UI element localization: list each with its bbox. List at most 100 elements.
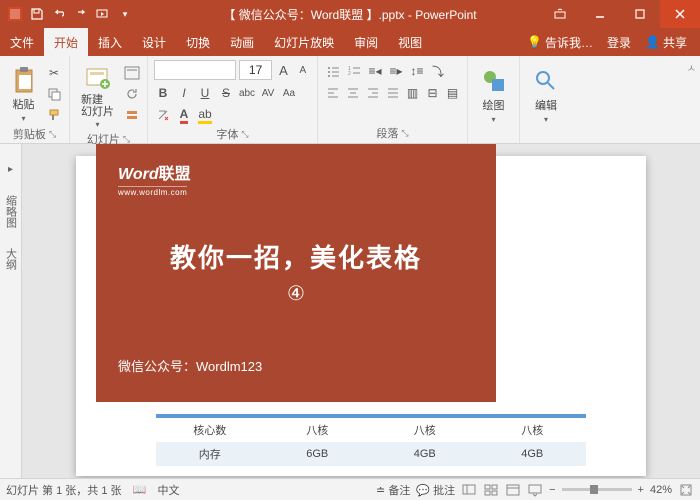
tab-review[interactable]: 审阅 xyxy=(344,28,388,56)
signin-link[interactable]: 登录 xyxy=(602,34,636,51)
overlay-number: ④ xyxy=(118,281,474,306)
strike-button[interactable]: S xyxy=(217,84,235,102)
app-icon xyxy=(8,7,22,21)
comments-button[interactable]: 💬 批注 xyxy=(416,482,455,498)
start-from-beginning-icon[interactable] xyxy=(96,7,110,21)
smartart-icon[interactable]: ▤ xyxy=(444,84,461,102)
cut-icon[interactable]: ✂ xyxy=(45,64,63,82)
save-icon[interactable] xyxy=(30,7,44,21)
undo-icon[interactable] xyxy=(52,7,66,21)
group-clipboard-label: 剪贴板 xyxy=(13,126,46,142)
font-color-button[interactable]: A xyxy=(175,106,193,124)
svg-text:2: 2 xyxy=(348,71,351,77)
format-painter-icon[interactable] xyxy=(45,106,63,124)
close-button[interactable] xyxy=(660,0,700,28)
group-paragraph-label: 段落 xyxy=(376,125,398,141)
sorter-view-icon[interactable] xyxy=(483,482,499,498)
tab-view[interactable]: 视图 xyxy=(388,28,432,56)
new-slide-icon xyxy=(84,64,112,92)
slideshow-view-icon[interactable] xyxy=(527,482,543,498)
zoom-level[interactable]: 42% xyxy=(650,484,672,496)
align-left-icon[interactable] xyxy=(324,84,341,102)
overlay-logo: Word联盟 www.wordlm.com xyxy=(118,160,474,198)
share-icon: 👤 xyxy=(645,35,660,49)
bold-button[interactable]: B xyxy=(154,84,172,102)
share-button[interactable]: 👤共享 xyxy=(640,34,692,51)
collapse-ribbon-icon[interactable]: ㅅ xyxy=(687,60,696,75)
reset-icon[interactable] xyxy=(123,85,141,103)
normal-view-icon[interactable] xyxy=(461,482,477,498)
outline-tab[interactable]: 大纲 xyxy=(3,248,19,270)
numbering-icon[interactable]: 12 xyxy=(345,62,363,80)
shadow-button[interactable]: abc xyxy=(238,84,256,102)
copy-icon[interactable] xyxy=(45,85,63,103)
paste-button[interactable]: 粘贴▾ xyxy=(6,60,41,124)
grow-font-icon[interactable]: A xyxy=(275,61,291,79)
tab-transitions[interactable]: 切换 xyxy=(176,28,220,56)
spellcheck-icon[interactable]: 📖 xyxy=(132,482,148,498)
shrink-font-icon[interactable]: A xyxy=(295,61,311,79)
drawing-button[interactable]: 绘图▾ xyxy=(474,60,513,127)
text-direction-icon[interactable]: ⤵ xyxy=(429,62,447,80)
new-slide-button[interactable]: 新建 幻灯片▾ xyxy=(76,60,119,129)
tab-insert[interactable]: 插入 xyxy=(88,28,132,56)
language-status[interactable]: 中文 xyxy=(158,482,180,498)
group-font-label: 字体 xyxy=(216,126,238,142)
align-center-icon[interactable] xyxy=(344,84,361,102)
indent-right-icon[interactable]: ≡▸ xyxy=(387,62,405,80)
fit-window-icon[interactable] xyxy=(678,482,694,498)
line-spacing-icon[interactable]: ↕≡ xyxy=(408,62,426,80)
italic-button[interactable]: I xyxy=(175,84,193,102)
align-right-icon[interactable] xyxy=(364,84,381,102)
layout-icon[interactable] xyxy=(123,64,141,82)
font-size-select[interactable]: 17 xyxy=(239,60,272,80)
slide-counter: 幻灯片 第 1 张，共 1 张 xyxy=(6,482,122,498)
tab-file[interactable]: 文件 xyxy=(0,28,44,56)
slide-canvas[interactable]: 核心数八核八核八核 内存6GB4GB4GB Word联盟 www.wordlm.… xyxy=(76,156,646,476)
clipboard-icon xyxy=(10,66,38,94)
bullets-icon[interactable] xyxy=(324,62,342,80)
find-icon xyxy=(532,67,560,95)
align-text-icon[interactable]: ⊟ xyxy=(424,84,441,102)
table-row: 内存6GB4GB4GB xyxy=(156,442,586,466)
title-overlay: Word联盟 www.wordlm.com 教你一招，美化表格 ④ 微信公众号：… xyxy=(96,144,496,402)
zoom-in-button[interactable]: + xyxy=(638,484,644,496)
justify-icon[interactable] xyxy=(384,84,401,102)
tab-animations[interactable]: 动画 xyxy=(220,28,264,56)
overlay-title: 教你一招，美化表格 xyxy=(118,238,474,275)
section-icon[interactable] xyxy=(123,106,141,124)
shapes-icon xyxy=(480,67,508,95)
editing-button[interactable]: 编辑▾ xyxy=(526,60,566,127)
table-row: 核心数八核八核八核 xyxy=(156,418,586,442)
highlight-button[interactable]: ab xyxy=(196,106,214,124)
outline-collapse-icon[interactable]: ▸ xyxy=(8,164,13,175)
overlay-footer: 微信公众号：Wordlm123 xyxy=(118,356,474,375)
font-name-select[interactable] xyxy=(154,60,236,80)
expand-icon[interactable]: ⤡ xyxy=(49,129,56,140)
expand-icon[interactable]: ⤡ xyxy=(401,128,408,139)
reading-view-icon[interactable] xyxy=(505,482,521,498)
window-title: 【 微信公众号：Word联盟 】.pptx - PowerPoint xyxy=(223,6,476,23)
slide-table: 核心数八核八核八核 内存6GB4GB4GB xyxy=(156,414,586,466)
expand-icon[interactable]: ⤡ xyxy=(241,129,248,140)
redo-icon[interactable] xyxy=(74,7,88,21)
maximize-button[interactable] xyxy=(620,0,660,28)
thumbnails-tab[interactable]: 缩略图 xyxy=(3,195,19,228)
change-case-button[interactable]: Aa xyxy=(280,84,298,102)
lightbulb-icon: 💡 xyxy=(527,35,542,49)
zoom-out-button[interactable]: − xyxy=(549,484,555,496)
minimize-button[interactable] xyxy=(580,0,620,28)
zoom-slider[interactable] xyxy=(562,488,632,491)
tab-slideshow[interactable]: 幻灯片放映 xyxy=(264,28,344,56)
columns-icon[interactable]: ▥ xyxy=(404,84,421,102)
indent-left-icon[interactable]: ≡◂ xyxy=(366,62,384,80)
clear-format-icon[interactable] xyxy=(154,106,172,124)
char-spacing-button[interactable]: AV xyxy=(259,84,277,102)
tab-design[interactable]: 设计 xyxy=(132,28,176,56)
notes-button[interactable]: ≐ 备注 xyxy=(376,482,410,498)
qat-dropdown-icon[interactable]: ▾ xyxy=(118,7,132,21)
tell-me[interactable]: 💡告诉我… xyxy=(522,34,598,51)
underline-button[interactable]: U xyxy=(196,84,214,102)
tab-home[interactable]: 开始 xyxy=(44,28,88,56)
ribbon-options-icon[interactable] xyxy=(540,0,580,28)
